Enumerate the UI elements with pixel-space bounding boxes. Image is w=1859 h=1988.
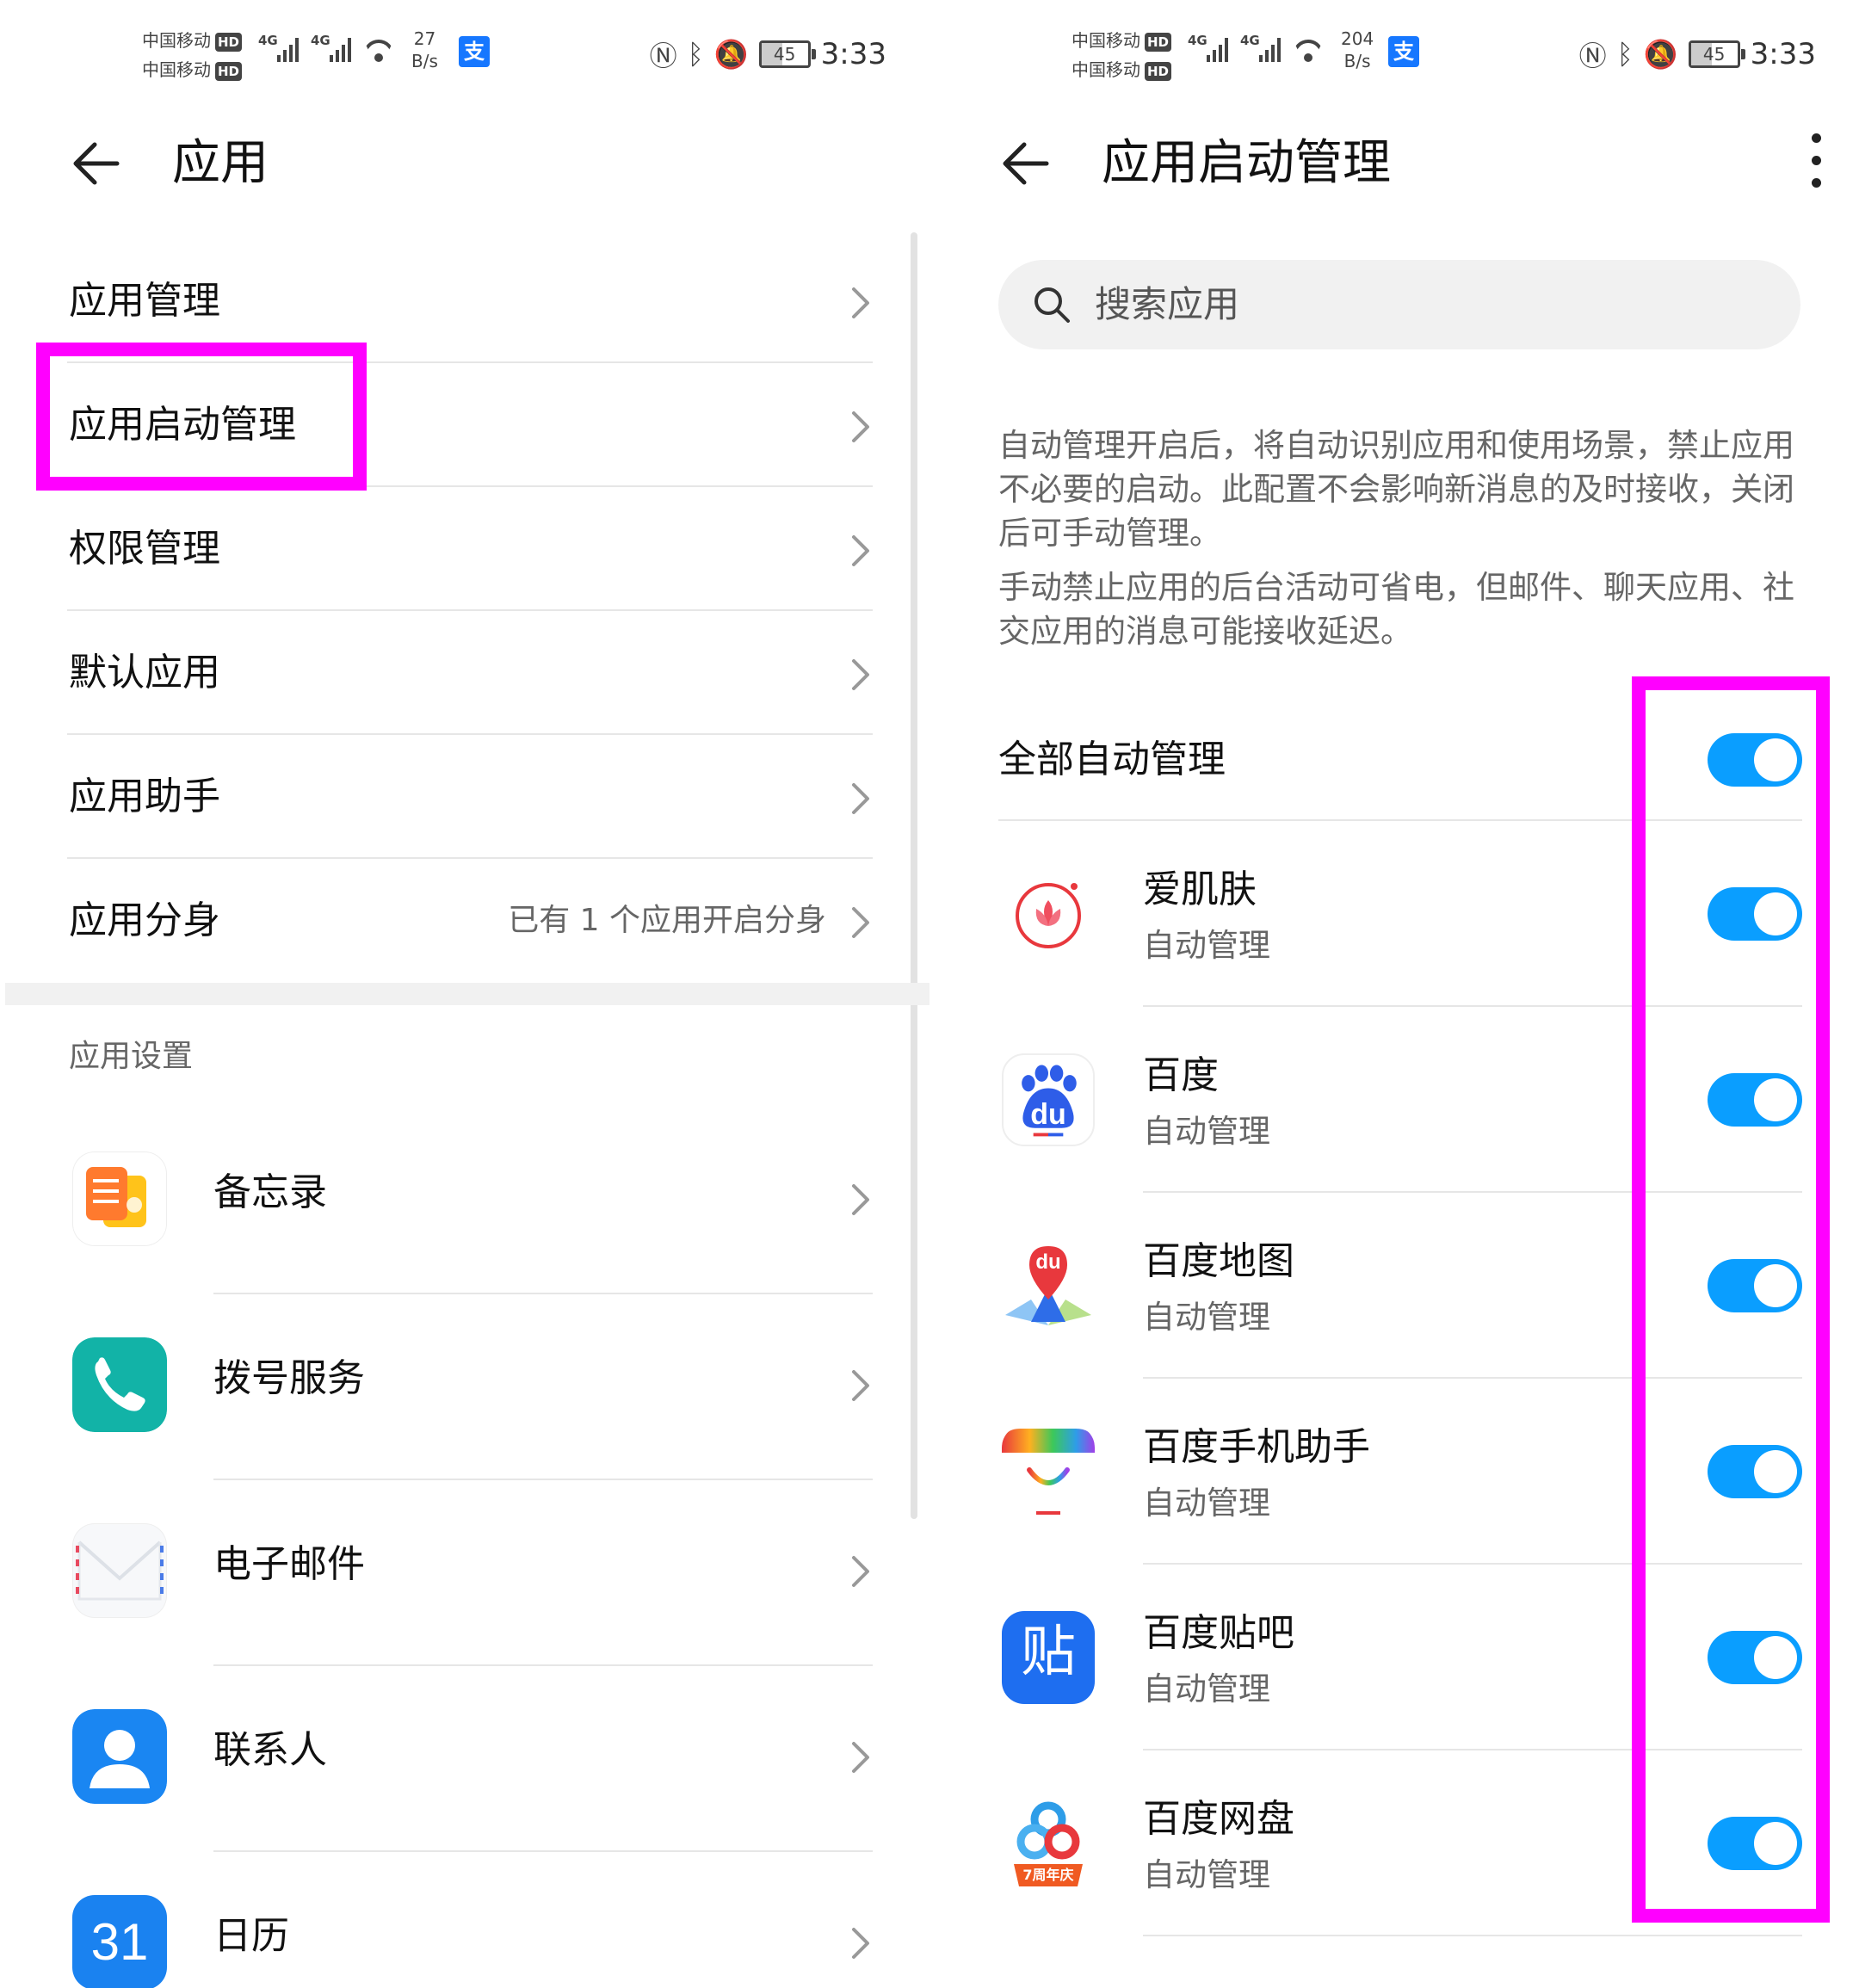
signal-icon: 4G (1240, 33, 1281, 62)
email-icon (72, 1523, 167, 1618)
menu-item-app-assistant[interactable]: 应用助手 (0, 735, 930, 859)
bluetooth-icon: ᛒ (687, 38, 704, 71)
highlight-launch-management (36, 343, 367, 491)
search-icon (1034, 287, 1070, 323)
hd-badge: HD (215, 32, 243, 52)
chevron-right-icon (852, 287, 869, 318)
section-separator (5, 983, 930, 1005)
chevron-right-icon (852, 783, 869, 814)
aijifu-icon (1002, 867, 1095, 960)
menu-item-default-apps[interactable]: 默认应用 (0, 611, 930, 735)
hd-badge: HD (215, 61, 243, 81)
network-speed: 27 B/s (411, 28, 438, 71)
app-row-calendar[interactable]: 31 日历 (0, 1852, 930, 1988)
back-arrow-icon[interactable] (1000, 138, 1052, 189)
battery-icon: 45 (758, 40, 816, 68)
signal-icon: 4G (258, 33, 299, 62)
left-screen: 中国移动 HD 中国移动 HD 4G 4G 27 B/s 支 Ⓝ ᛒ 🔕 45 3:… (0, 0, 930, 1988)
carrier-2: 中国移动 (142, 59, 211, 80)
battery-icon: 45 (1688, 40, 1745, 68)
baidu-icon: du (1002, 1053, 1095, 1146)
network-speed: 204 B/s (1341, 28, 1374, 71)
menu-item-app-twin[interactable]: 应用分身 已有 1 个应用开启分身 (0, 859, 930, 983)
chevron-right-icon (852, 411, 869, 442)
chevron-right-icon (852, 907, 869, 938)
more-options-icon[interactable] (1807, 133, 1825, 194)
nfc-icon: Ⓝ (649, 40, 677, 72)
status-right: Ⓝ ᛒ 🔕 45 3:33 (650, 34, 886, 74)
alipay-icon: 支 (1388, 36, 1419, 67)
page-title: 应用 (172, 135, 269, 191)
baidu-tieba-icon: 贴 (1002, 1611, 1095, 1704)
carrier-1: 中国移动 (142, 30, 211, 51)
alipay-icon: 支 (459, 36, 490, 67)
app-row-memo[interactable]: 备忘录 (0, 1108, 930, 1294)
signal-indicators: 4G 4G (1188, 33, 1324, 62)
description: 自动管理开启后，将自动识别应用和使用场景，禁止应用不必要的启动。此配置不会影响新… (998, 423, 1799, 664)
app-row-email[interactable]: 电子邮件 (0, 1480, 930, 1666)
mute-bell-icon: 🔕 (713, 38, 749, 71)
right-screen: 中国移动 HD 中国移动 HD 4G 4G 204 B/s 支 Ⓝ ᛒ 🔕 45 3… (930, 0, 1859, 1988)
signal-icon: 4G (1188, 33, 1228, 62)
app-row-contacts[interactable]: 联系人 (0, 1666, 930, 1852)
baidu-assistant-icon (1002, 1425, 1095, 1518)
menu-item-permission-management[interactable]: 权限管理 (0, 487, 930, 611)
carrier-info: 中国移动 HD 中国移动 HD (142, 26, 243, 84)
search-bar[interactable]: 搜索应用 (998, 260, 1800, 349)
status-right: Ⓝ ᛒ 🔕 45 3:33 (1579, 34, 1816, 74)
chevron-right-icon (852, 1928, 869, 1959)
back-arrow-icon[interactable] (71, 138, 122, 189)
settings-menu: 应用管理 应用启动管理 权限管理 默认应用 应用助手 应用分身 已有 1 个应用… (0, 239, 930, 1988)
hd-badge: HD (1145, 61, 1172, 81)
signal-indicators: 4G 4G (258, 33, 394, 62)
chevron-right-icon (852, 659, 869, 690)
clock: 3:33 (1750, 37, 1816, 71)
app-row-dialer[interactable]: 拨号服务 (0, 1294, 930, 1480)
bluetooth-icon: ᛒ (1616, 38, 1634, 71)
calendar-icon: 31 (72, 1895, 167, 1988)
nfc-icon: Ⓝ (1578, 40, 1607, 72)
wifi-icon (363, 36, 394, 62)
mute-bell-icon: 🔕 (1643, 38, 1678, 71)
page-title: 应用启动管理 (1102, 135, 1391, 191)
section-label: 应用设置 (69, 1039, 194, 1074)
app-twin-status: 已有 1 个应用开启分身 (508, 903, 826, 938)
clock: 3:33 (820, 37, 886, 71)
chevron-right-icon (852, 1556, 869, 1587)
hd-badge: HD (1145, 32, 1172, 52)
divider (1143, 1935, 1802, 1936)
contacts-icon (72, 1709, 167, 1804)
search-input[interactable]: 搜索应用 (1095, 260, 1239, 349)
memo-icon (72, 1151, 167, 1246)
highlight-toggles (1632, 676, 1830, 1923)
signal-icon: 4G (311, 33, 351, 62)
baidu-netdisk-icon: 7周年庆 (1002, 1797, 1095, 1890)
chevron-right-icon (852, 1184, 869, 1215)
status-bar: 中国移动 HD 中国移动 HD 4G 4G 204 B/s 支 Ⓝ ᛒ 🔕 45 3… (930, 19, 1859, 88)
description-power-saving: 手动禁止应用的后台活动可省电，但邮件、聊天应用、社交应用的消息可能接收延迟。 (998, 569, 1794, 650)
carrier-1: 中国移动 (1072, 30, 1140, 51)
app-bar: 应用 (0, 120, 930, 207)
description-auto-management: 自动管理开启后，将自动识别应用和使用场景，禁止应用不必要的启动。此配置不会影响新… (998, 427, 1794, 552)
status-bar: 中国移动 HD 中国移动 HD 4G 4G 27 B/s 支 Ⓝ ᛒ 🔕 45 3:… (0, 19, 930, 88)
app-bar: 应用启动管理 (930, 120, 1859, 207)
phone-icon (72, 1337, 167, 1432)
chevron-right-icon (852, 1742, 869, 1773)
carrier-info: 中国移动 HD 中国移动 HD (1072, 26, 1172, 84)
carrier-2: 中国移动 (1072, 59, 1140, 80)
chevron-right-icon (852, 535, 869, 566)
baidu-map-icon: du (1002, 1239, 1095, 1332)
chevron-right-icon (852, 1370, 869, 1401)
wifi-icon (1293, 36, 1324, 62)
